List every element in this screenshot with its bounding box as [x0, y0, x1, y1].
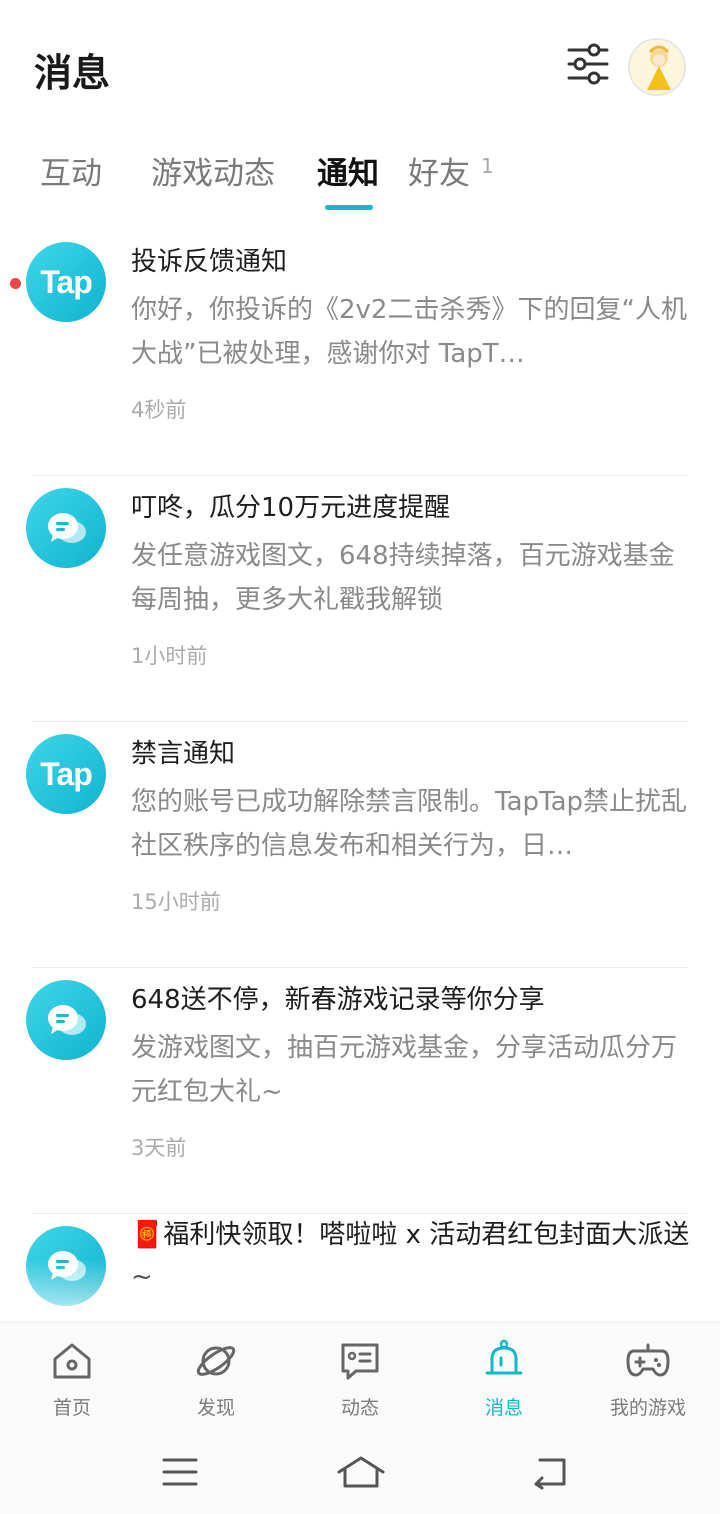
notification-time: 15小时前 [131, 890, 221, 914]
home-button-icon[interactable] [336, 1454, 386, 1490]
nav-my-games[interactable]: 我的游戏 [576, 1339, 720, 1429]
notification-item[interactable]: Tap 投诉反馈通知 你好，你投诉的《2v2二击杀秀》下的回复“人机大战”已被处… [0, 230, 720, 476]
nav-label: 发现 [196, 1397, 235, 1419]
sliders-icon [567, 43, 609, 85]
nav-discover[interactable]: 发现 [144, 1339, 288, 1429]
notification-body: 发任意游戏图文，648持续掉落，百元游戏基金每周抽，更多大礼戳我解锁 [131, 541, 675, 615]
chat-bubble-icon [26, 488, 106, 568]
notification-title: 648送不停，新春游戏记录等你分享 [131, 985, 545, 1015]
active-tab-indicator [325, 205, 373, 210]
notification-body: 发游戏图文，抽百元游戏基金，分享活动瓜分万元红包大礼~ [131, 1033, 678, 1107]
back-icon[interactable] [528, 1454, 568, 1490]
tap-logo-text: Tap [40, 263, 93, 300]
tab-game-updates[interactable]: 游戏动态 [151, 148, 275, 193]
unread-dot [10, 278, 21, 289]
scroll-fade [0, 1260, 720, 1324]
chat-bubble-icon [26, 980, 106, 1060]
notification-item[interactable]: Tap 禁言通知 您的账号已成功解除禁言限制。TapTap禁止扰乱社区秩序的信息… [0, 722, 720, 968]
notification-body: 您的账号已成功解除禁言限制。TapTap禁止扰乱社区秩序的信息发布和相关行为，日… [131, 787, 688, 861]
notification-time: 3天前 [131, 1136, 187, 1160]
nav-label: 我的游戏 [609, 1397, 686, 1419]
nav-messages[interactable]: 消息 [432, 1339, 576, 1429]
notification-title: 叮咚，瓜分10万元进度提醒 [131, 493, 451, 523]
system-nav-bar [0, 1432, 720, 1514]
nav-home[interactable]: 首页 [0, 1339, 144, 1429]
header: 消息 [0, 0, 720, 130]
notification-item[interactable]: 叮咚，瓜分10万元进度提醒 发任意游戏图文，648持续掉落，百元游戏基金每周抽，… [0, 476, 720, 722]
nav-label: 动态 [340, 1397, 379, 1419]
tap-logo-icon: Tap [26, 734, 106, 814]
home-icon [53, 1343, 91, 1379]
tap-logo-icon: Tap [26, 242, 106, 322]
bell-icon [485, 1339, 523, 1375]
tab-bar: 互动 游戏动态 通知 好友 1 [0, 140, 720, 220]
notification-item[interactable]: 648送不停，新春游戏记录等你分享 发游戏图文，抽百元游戏基金，分享活动瓜分万元… [0, 968, 720, 1214]
nav-label: 首页 [52, 1397, 91, 1419]
notification-title: 投诉反馈通知 [131, 247, 288, 277]
messages-page: 消息 互动 游戏动态 通知 好友 1 Tap 投诉反馈通知 你好，你投诉的《2v… [0, 0, 720, 1514]
tab-friends-badge: 1 [481, 154, 494, 178]
tap-logo-text: Tap [40, 755, 93, 792]
planet-icon [196, 1346, 236, 1376]
filter-button[interactable] [566, 42, 610, 86]
avatar-image [630, 40, 684, 94]
tab-friends[interactable]: 好友 [408, 148, 470, 193]
bottom-nav: 首页 发现 动态 消息 我的游戏 [0, 1322, 720, 1432]
menu-icon[interactable] [160, 1454, 200, 1490]
gamepad-icon [626, 1343, 670, 1377]
notification-body: 你好，你投诉的《2v2二击杀秀》下的回复“人机大战”已被处理，感谢你对 TapT… [131, 295, 687, 369]
notification-title: 禁言通知 [131, 739, 236, 769]
nav-feed[interactable]: 动态 [288, 1339, 432, 1429]
page-title: 消息 [34, 51, 111, 95]
notification-time: 4秒前 [131, 398, 187, 422]
tab-notifications[interactable]: 通知 [317, 148, 379, 193]
tab-interaction[interactable]: 互动 [40, 148, 102, 193]
feed-icon [341, 1343, 379, 1380]
avatar[interactable] [628, 38, 686, 96]
nav-label: 消息 [484, 1397, 523, 1419]
notification-time: 1小时前 [131, 644, 208, 668]
